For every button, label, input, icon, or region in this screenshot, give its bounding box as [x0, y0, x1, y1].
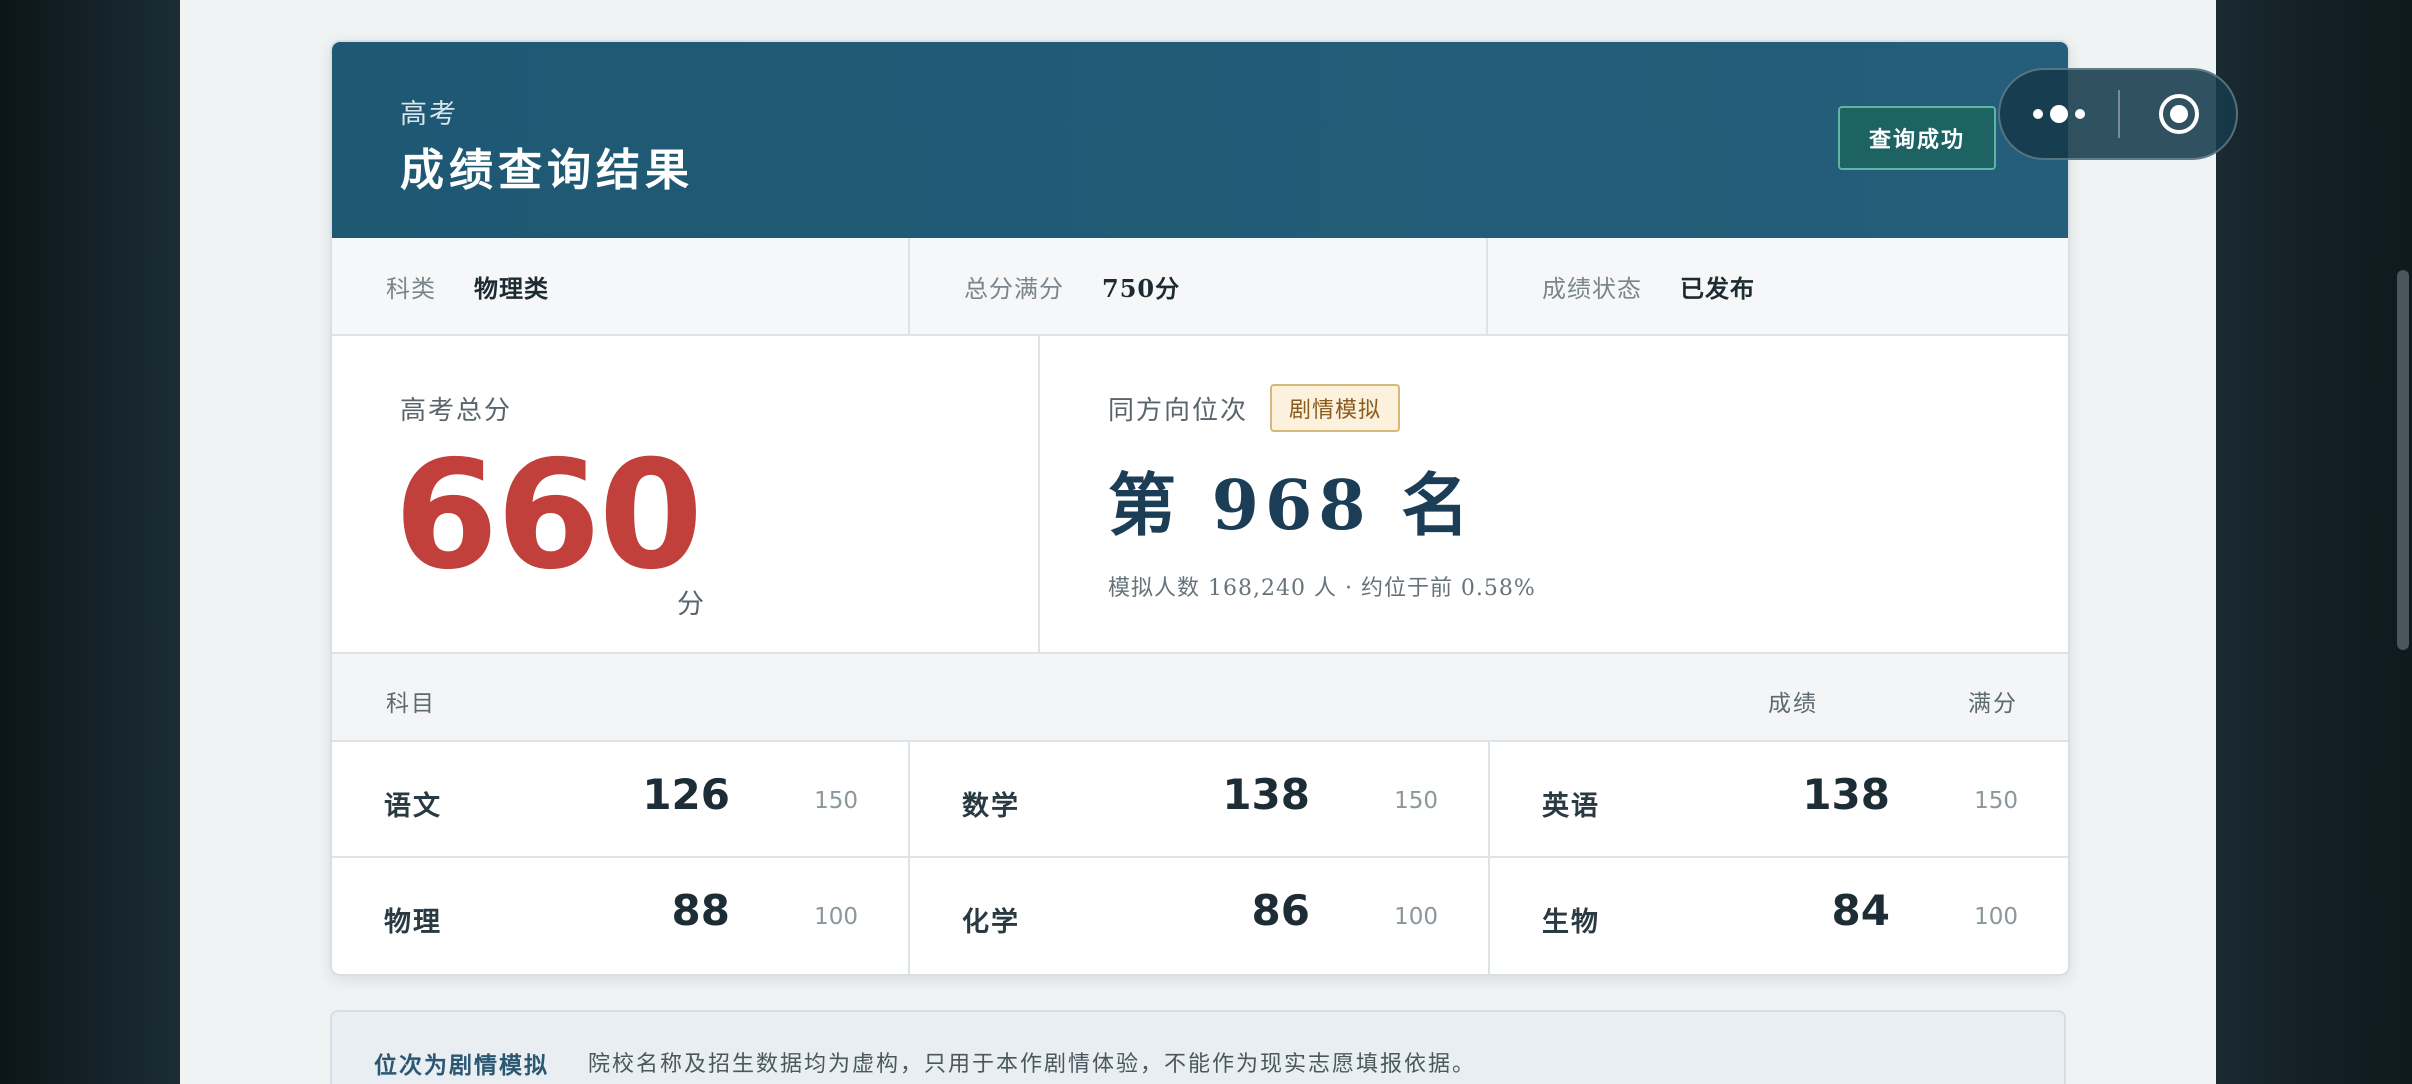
info-label: 科类	[386, 274, 436, 303]
info-row: 科类 物理类 总分满分 750分 成绩状态 已发布	[332, 238, 2068, 336]
subject-full-score: 150	[814, 788, 858, 814]
subject-cell: 语文 126 150	[332, 742, 910, 858]
subject-cell: 生物 84 100	[1490, 858, 2068, 974]
subject-name: 英语	[1542, 791, 1600, 822]
info-cell-category: 科类 物理类	[332, 238, 910, 334]
header-subtitle: 高考	[400, 99, 458, 130]
subject-name: 化学	[962, 907, 1020, 938]
subject-cell: 数学 138 150	[910, 742, 1490, 858]
query-success-button[interactable]: 查询成功	[1838, 106, 1996, 170]
notice-title: 位次为剧情模拟	[374, 1052, 549, 1079]
total-score-block: 高考总分 660 分	[332, 336, 1040, 652]
subject-score: 86	[1251, 886, 1310, 935]
subject-score: 138	[1802, 770, 1890, 819]
subject-full-score: 150	[1974, 788, 2018, 814]
info-value: 物理类	[474, 273, 549, 303]
subjects-header-full: 满分	[1968, 691, 2018, 717]
subjects-header: 科目 成绩 满分	[332, 652, 2068, 742]
target-circle-icon[interactable]	[2120, 70, 2238, 158]
subject-score: 88	[671, 886, 730, 935]
simulation-badge: 剧情模拟	[1270, 384, 1400, 432]
info-cell-status: 成绩状态 已发布	[1488, 238, 2066, 334]
result-card: 高考 成绩查询结果 查询成功 科类 物理类 总分满分 750分 成绩状态 已发布…	[330, 40, 2070, 976]
notice-text: 院校名称及招生数据均为虚构，只用于本作剧情体验，不能作为现实志愿填报依据。	[588, 1052, 1477, 1077]
subject-name: 生物	[1542, 907, 1600, 938]
subject-full-score: 100	[814, 904, 858, 930]
miniprogram-capsule	[1998, 68, 2238, 160]
subject-name: 数学	[962, 791, 1020, 822]
info-value: 750分	[1102, 273, 1181, 303]
subjects-grid: 语文 126 150 数学 138 150 英语 138 150 物理 88 1…	[332, 742, 2068, 974]
subject-cell: 化学 86 100	[910, 858, 1490, 974]
result-header: 高考 成绩查询结果 查询成功	[332, 42, 2068, 238]
total-score-unit: 分	[677, 589, 704, 620]
subject-cell: 物理 88 100	[332, 858, 910, 974]
subject-score: 84	[1831, 886, 1890, 935]
scrollbar-thumb[interactable]	[2397, 270, 2409, 650]
subjects-header-score: 成绩	[1768, 691, 1818, 717]
page-title: 成绩查询结果	[400, 145, 694, 196]
more-dots-icon[interactable]	[2000, 70, 2118, 158]
subject-name: 语文	[384, 791, 442, 822]
right-backdrop	[2216, 0, 2412, 1084]
info-cell-full-score: 总分满分 750分	[910, 238, 1488, 334]
total-score-label: 高考总分	[400, 396, 513, 426]
subject-score: 138	[1222, 770, 1310, 819]
rank-label: 同方向位次	[1108, 396, 1249, 426]
total-score-value: 660	[394, 429, 703, 603]
subject-full-score: 150	[1394, 788, 1438, 814]
subjects-header-subject: 科目	[386, 691, 436, 717]
subject-score: 126	[642, 770, 730, 819]
subject-full-score: 100	[1394, 904, 1438, 930]
disclaimer-notice: 位次为剧情模拟 院校名称及招生数据均为虚构，只用于本作剧情体验，不能作为现实志愿…	[330, 1010, 2066, 1084]
rank-value: 第 968 名	[1108, 466, 1476, 546]
info-label: 成绩状态	[1542, 274, 1642, 303]
rank-block: 同方向位次 剧情模拟 第 968 名 模拟人数 168,240 人 · 约位于前…	[1040, 336, 2068, 652]
subject-name: 物理	[384, 907, 442, 938]
info-value: 已发布	[1680, 273, 1755, 303]
left-backdrop	[0, 0, 180, 1084]
subject-full-score: 100	[1974, 904, 2018, 930]
info-label: 总分满分	[964, 274, 1064, 303]
subject-cell: 英语 138 150	[1490, 742, 2068, 858]
rank-note: 模拟人数 168,240 人 · 约位于前 0.58%	[1108, 576, 1536, 601]
